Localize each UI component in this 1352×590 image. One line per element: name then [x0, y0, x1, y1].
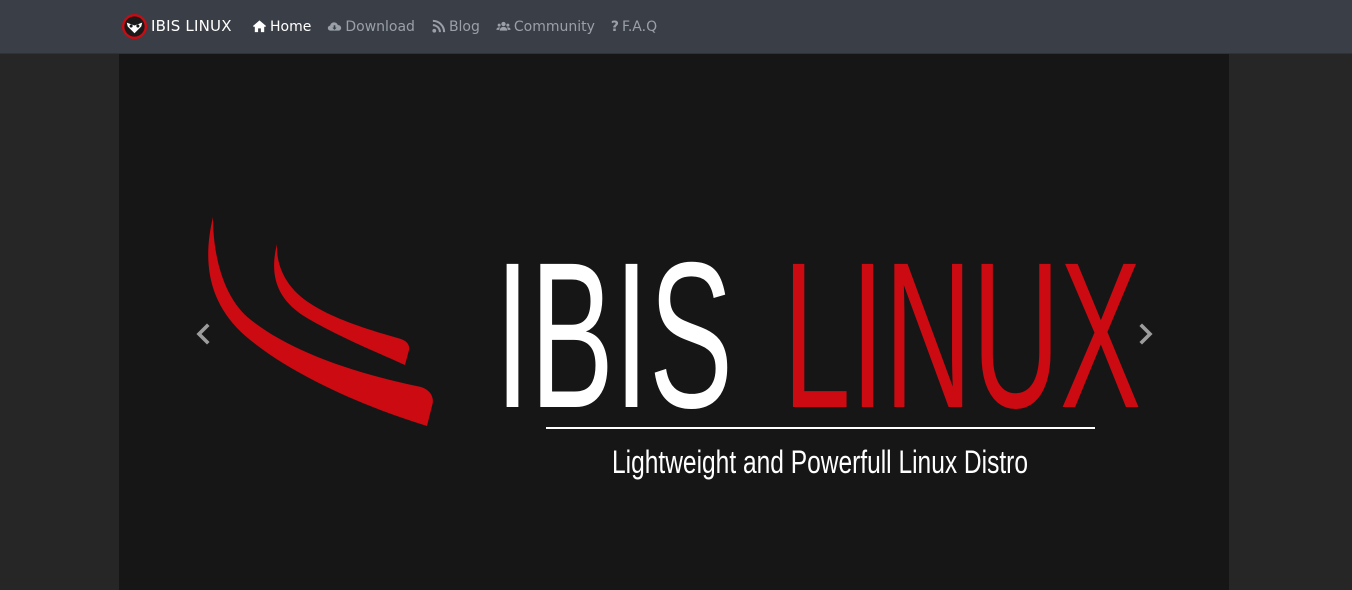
- nav-item-blog[interactable]: Blog: [431, 19, 480, 35]
- users-icon: [496, 21, 511, 31]
- nav-item-download[interactable]: Download: [327, 19, 415, 35]
- home-icon: [252, 20, 267, 33]
- hero-tagline: Lightweight and Powerfull Linux Distro: [612, 444, 1028, 480]
- nav-item-community[interactable]: Community: [496, 19, 595, 35]
- top-navbar: IBIS LINUX Home Download Blog Community …: [0, 0, 1352, 54]
- nav-item-faq[interactable]: ? F.A.Q: [611, 19, 657, 35]
- carousel-prev-button[interactable]: [191, 319, 215, 349]
- hero-title-ibis: IBIS: [495, 220, 733, 452]
- nav-item-home[interactable]: Home: [252, 19, 311, 35]
- brand-name: IBIS LINUX: [151, 17, 232, 35]
- nav-item-label: F.A.Q: [622, 18, 658, 35]
- nav-item-label: Blog: [448, 18, 480, 35]
- brand-link[interactable]: IBIS LINUX: [121, 11, 232, 41]
- ibis-owl-logo-icon: [121, 13, 148, 39]
- cloud-download-icon: [328, 22, 342, 31]
- nav-item-label: Community: [513, 18, 595, 35]
- question-icon: ?: [610, 18, 620, 35]
- hero-slide: IBIS LINUX Lightweight and Powerfull Lin…: [208, 217, 1141, 480]
- chevron-right-icon: [1139, 323, 1153, 345]
- chevron-left-icon: [196, 323, 210, 345]
- main-nav: Home Download Blog Community ? F.A.Q: [252, 0, 673, 53]
- hero-divider: [546, 427, 1095, 429]
- nav-item-label: Download: [345, 18, 415, 35]
- nav-item-label: Home: [270, 18, 312, 35]
- rss-icon: [432, 19, 446, 33]
- ibis-wings-logo-icon: [208, 217, 433, 426]
- carousel-next-button[interactable]: [1134, 319, 1158, 349]
- hero-title-linux: LINUX: [783, 220, 1141, 452]
- hero-carousel: IBIS LINUX Lightweight and Powerfull Lin…: [119, 54, 1229, 590]
